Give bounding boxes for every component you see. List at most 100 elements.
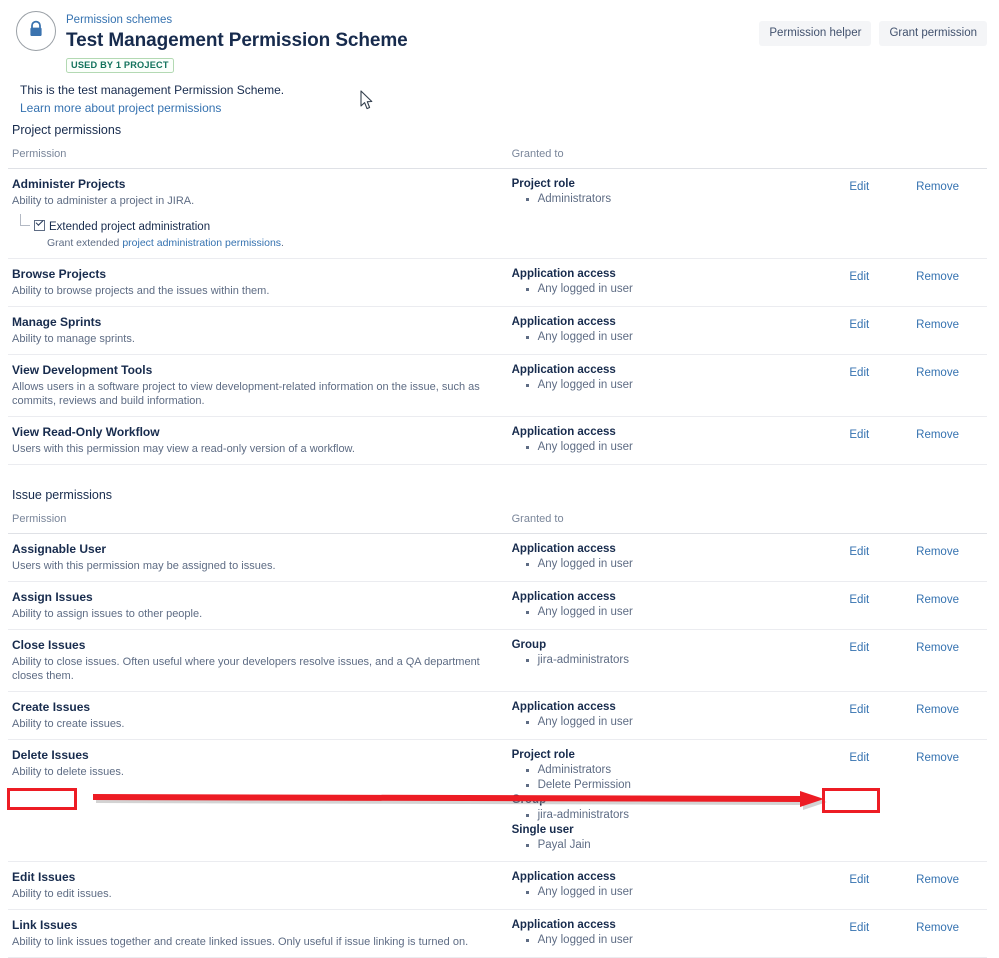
permission-description: Users with this permission may be assign… — [12, 560, 276, 572]
granted-items-list: Any logged in user — [512, 715, 846, 730]
granted-to-cell: Application access Any logged in user — [507, 306, 846, 355]
learn-more-link[interactable]: Learn more about project permissions — [20, 100, 221, 116]
sub-option-description-prefix: Grant extended — [47, 237, 123, 249]
remove-link[interactable]: Remove — [916, 270, 959, 285]
table-row: Create Issues Ability to create issues. Ap… — [8, 691, 987, 740]
permission-cell: Manage Sprints Ability to manage sprints. — [8, 306, 508, 355]
edit-link[interactable]: Edit — [849, 270, 869, 285]
granted-type-label: Project role — [511, 749, 575, 761]
permissions-sections: Project permissions Permission Granted to A… — [0, 122, 999, 958]
granted-item: Administrators — [525, 763, 846, 778]
granted-type-label: Application access — [511, 364, 616, 376]
permissions-table: Permission Granted to Assignable User Users… — [8, 513, 987, 958]
breadcrumb-permission-schemes[interactable]: Permission schemes — [66, 13, 172, 27]
table-row: Delete Issues Ability to delete issues. Pr… — [8, 739, 987, 862]
table-row: Link Issues Ability to link issues togeth… — [8, 909, 987, 958]
granted-item: Any logged in user — [525, 933, 846, 948]
edit-link[interactable]: Edit — [849, 180, 869, 195]
granted-group: Single user Payal Jain — [512, 823, 846, 853]
permission-name: Assignable User — [12, 542, 107, 556]
table-row: View Read-Only Workflow Users with this p… — [8, 416, 987, 465]
permission-cell: Close Issues Ability to close issues. Oft… — [8, 629, 508, 692]
permission-description: Ability to assign issues to other people… — [12, 608, 203, 620]
granted-item: Payal Jain — [525, 838, 846, 853]
permission-cell: Administer Projects Ability to administer… — [8, 168, 508, 259]
granted-type-label: Group — [511, 794, 547, 806]
remove-cell: Remove — [912, 909, 987, 958]
remove-link[interactable]: Remove — [916, 593, 959, 608]
remove-cell: Remove — [912, 581, 987, 630]
granted-group: Application access Any logged in user — [512, 870, 846, 900]
granted-items-list: Any logged in user — [512, 330, 846, 345]
granted-item: jira-administrators — [525, 808, 846, 823]
granted-type-label: Application access — [511, 543, 616, 555]
edit-link[interactable]: Edit — [849, 921, 869, 936]
project-administration-permissions-link[interactable]: project administration permissions — [122, 237, 281, 249]
edit-link[interactable]: Edit — [849, 366, 869, 381]
remove-cell: Remove — [912, 354, 987, 417]
remove-link[interactable]: Remove — [916, 873, 959, 888]
column-header-permission: Permission — [8, 513, 508, 534]
sub-option: Extended project administration Grant ext… — [12, 214, 508, 250]
granted-item: Any logged in user — [525, 605, 846, 620]
scheme-avatar — [16, 11, 56, 51]
granted-item: Any logged in user — [525, 282, 846, 297]
header-actions: Permission helper Grant permission — [759, 21, 987, 46]
status-badge: USED BY 1 PROJECT — [66, 58, 174, 73]
edit-cell: Edit — [845, 861, 913, 910]
table-row: Assignable User Users with this permissio… — [8, 533, 987, 582]
section-title: Project permissions — [12, 123, 122, 137]
remove-link[interactable]: Remove — [916, 641, 959, 656]
edit-cell: Edit — [845, 258, 913, 307]
remove-link[interactable]: Remove — [916, 921, 959, 936]
permission-name: Delete Issues — [12, 748, 89, 762]
remove-link[interactable]: Remove — [916, 751, 959, 766]
permission-description: Ability to delete issues. — [12, 766, 124, 778]
grant-permission-button[interactable]: Grant permission — [879, 21, 987, 46]
table-row: Assign Issues Ability to assign issues to… — [8, 581, 987, 630]
table-row: View Development Tools Allows users in a … — [8, 354, 987, 417]
remove-link[interactable]: Remove — [916, 545, 959, 560]
permission-cell: Edit Issues Ability to edit issues. — [8, 861, 508, 910]
sub-option-label: Extended project administration — [49, 221, 211, 233]
edit-link[interactable]: Edit — [849, 641, 869, 656]
edit-link[interactable]: Edit — [849, 751, 869, 766]
permission-description: Ability to edit issues. — [12, 888, 112, 900]
granted-item: Any logged in user — [525, 885, 846, 900]
permission-name: View Read-Only Workflow — [12, 425, 160, 439]
granted-to-cell: Application access Any logged in user — [507, 354, 846, 417]
remove-link[interactable]: Remove — [916, 318, 959, 333]
permission-helper-button[interactable]: Permission helper — [759, 21, 872, 46]
permission-description: Ability to link issues together and crea… — [12, 936, 469, 948]
permission-description: Ability to browse projects and the issue… — [12, 285, 270, 297]
granted-items-list: Administrators — [512, 192, 846, 207]
column-header-remove — [912, 148, 987, 169]
table-row: Manage Sprints Ability to manage sprints.… — [8, 306, 987, 355]
edit-link[interactable]: Edit — [849, 545, 869, 560]
granted-type-label: Application access — [511, 919, 616, 931]
extended-project-administration-checkbox[interactable] — [34, 220, 45, 231]
granted-group: Project role Administrators Delete Permiss… — [512, 748, 846, 793]
edit-link[interactable]: Edit — [849, 873, 869, 888]
edit-cell: Edit — [845, 691, 913, 740]
column-header-remove — [912, 513, 987, 534]
permission-cell: Browse Projects Ability to browse project… — [8, 258, 508, 307]
remove-link[interactable]: Remove — [916, 366, 959, 381]
permission-description: Allows users in a software project to vi… — [12, 381, 480, 407]
permission-cell: Create Issues Ability to create issues. — [8, 691, 508, 740]
remove-link[interactable]: Remove — [916, 703, 959, 718]
page-header: Permission schemes Test Management Permi… — [0, 0, 999, 115]
granted-item: jira-administrators — [525, 653, 846, 668]
edit-link[interactable]: Edit — [849, 428, 869, 443]
edit-link[interactable]: Edit — [849, 593, 869, 608]
permission-description: Users with this permission may view a re… — [12, 443, 355, 455]
granted-group: Application access Any logged in user — [512, 363, 846, 393]
edit-link[interactable]: Edit — [849, 318, 869, 333]
granted-items-list: jira-administrators — [512, 653, 846, 668]
remove-link[interactable]: Remove — [916, 180, 959, 195]
scheme-description: This is the test management Permission S… — [20, 83, 285, 97]
permission-cell: Assignable User Users with this permissio… — [8, 533, 508, 582]
edit-link[interactable]: Edit — [849, 703, 869, 718]
granted-item: Any logged in user — [525, 557, 846, 572]
remove-link[interactable]: Remove — [916, 428, 959, 443]
